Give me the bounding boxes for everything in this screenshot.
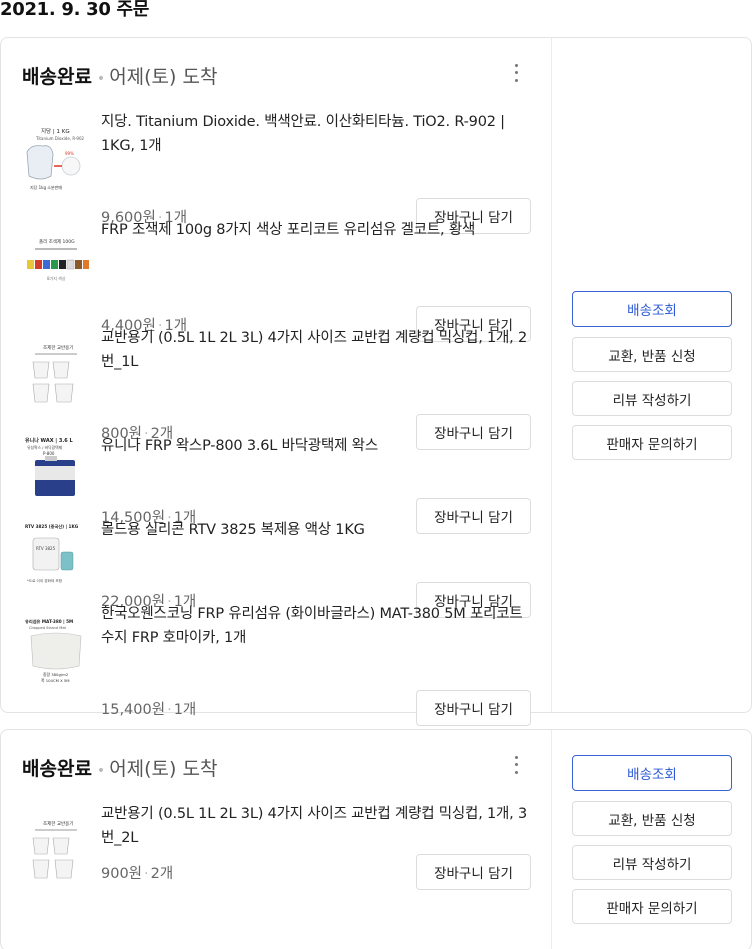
seller-inquiry-button[interactable]: 판매자 문의하기 <box>572 425 732 460</box>
product-title[interactable]: 유니나 FRP 왁스P-800 3.6L 바닥광택제 왁스 <box>101 434 531 458</box>
order-items-area: 배송완료 • 어제(토) 도착 조제한 교반용기 교반용기 (0.5L 1L 2… <box>1 730 551 949</box>
svg-text:조제한 교반용기: 조제한 교반용기 <box>43 820 73 827</box>
product-title[interactable]: 지당. Titanium Dioxide. 백색안료. 이산화티타늄. TiO2… <box>101 110 531 158</box>
price-quantity: 900원 · 2개 <box>101 862 173 883</box>
order-card: 배송완료 • 어제(토) 도착 조제한 교반용기 교반용기 (0.5L 1L 2… <box>0 729 752 949</box>
list-item: 유리섬유 MAT-380 | 5M Chopped Strand Mat 중량 … <box>21 602 531 726</box>
product-title[interactable]: 교반용기 (0.5L 1L 2L 3L) 4가지 사이즈 교반컵 계량컵 믹싱컵… <box>101 326 531 374</box>
product-thumbnail[interactable]: RTV 3825 (중국산) | 1KG RTV 3825 *도료 이외 경화제… <box>21 520 91 590</box>
arrival-date: 어제(토) 도착 <box>109 758 218 780</box>
separator-dot: · <box>167 702 172 718</box>
product-title[interactable]: 한국오웬스코닝 FRP 유리섬유 (화이바글라스) MAT-380 5M 포리코… <box>101 602 531 650</box>
exchange-return-button[interactable]: 교환, 반품 신청 <box>572 337 732 372</box>
product-title[interactable]: 몰드용 실리콘 RTV 3825 복제용 액상 1KG <box>101 518 531 542</box>
product-thumbnail[interactable]: 지당 | 1 KG Titanium Dioxide, R-902 99% 지당… <box>21 124 91 194</box>
delivery-status: 배송완료 <box>22 66 92 88</box>
write-review-button[interactable]: 리뷰 작성하기 <box>572 845 732 880</box>
track-delivery-button[interactable]: 배송조회 <box>572 755 732 791</box>
product-title[interactable]: 교반용기 (0.5L 1L 2L 3L) 4가지 사이즈 교반컵 계량컵 믹싱컵… <box>101 802 531 850</box>
product-thumbnail[interactable]: 폴리 조색제 100G 8가지 색상 <box>21 232 91 302</box>
seller-inquiry-button[interactable]: 판매자 문의하기 <box>572 889 732 924</box>
order-actions: 배송조회 교환, 반품 신청 리뷰 작성하기 판매자 문의하기 <box>551 730 751 949</box>
price-quantity: 15,400원 · 1개 <box>101 698 196 719</box>
product-thumbnail[interactable]: 조제한 교반용기 <box>21 816 91 886</box>
add-to-cart-button[interactable]: 장바구니 담기 <box>416 854 531 890</box>
add-to-cart-button[interactable]: 장바구니 담기 <box>416 690 531 726</box>
list-item: 조제한 교반용기 교반용기 (0.5L 1L 2L 3L) 4가지 사이즈 교반… <box>21 804 531 894</box>
write-review-button[interactable]: 리뷰 작성하기 <box>572 381 732 416</box>
svg-text:지당 | 1 KG: 지당 | 1 KG <box>41 127 70 135</box>
product-title[interactable]: FRP 조색제 100g 8가지 색상 포리코트 유리섬유 겔코트, 황색 <box>101 218 531 242</box>
product-thumbnail[interactable]: 유니나 WAX | 3.6 L 유성왁스 / 바닥광택제 P-800 <box>21 434 91 504</box>
more-vertical-icon[interactable] <box>506 754 526 776</box>
product-thumbnail[interactable]: 유리섬유 MAT-380 | 5M Chopped Strand Mat 중량 … <box>21 616 91 686</box>
list-item: RTV 3825 (중국산) | 1KG RTV 3825 *도료 이외 경화제… <box>21 518 531 618</box>
delivery-status-row: 배송완료 • 어제(토) 도착 <box>22 754 217 780</box>
svg-text:RTV 3825 (중국산) | 1KG: RTV 3825 (중국산) | 1KG <box>25 523 79 530</box>
order-actions: 배송조회 교환, 반품 신청 리뷰 작성하기 판매자 문의하기 <box>551 38 751 712</box>
exchange-return-button[interactable]: 교환, 반품 신청 <box>572 801 732 836</box>
svg-text:유리섬유 MAT-380 | 5M: 유리섬유 MAT-380 | 5M <box>25 618 73 625</box>
item-price: 900원 <box>101 866 143 882</box>
arrival-date: 어제(토) 도착 <box>109 66 218 88</box>
svg-text:지당 1kg 소분판매: 지당 1kg 소분판매 <box>30 184 62 190</box>
separator-dot: · <box>144 866 149 882</box>
order-date: 2021. 9. 30 주문 <box>0 0 150 20</box>
svg-text:중량 380g/m2: 중량 380g/m2 <box>43 672 69 677</box>
order-card: 배송완료 • 어제(토) 도착 지당 | 1 KG Titanium Dioxi… <box>0 37 752 726</box>
svg-text:Titanium Dioxide, R-902: Titanium Dioxide, R-902 <box>35 136 84 141</box>
item-price: 15,400원 <box>101 702 166 718</box>
delivery-status-row: 배송완료 • 어제(토) 도착 <box>22 62 217 88</box>
svg-text:Chopped Strand Mat: Chopped Strand Mat <box>29 626 67 630</box>
order-items-area: 배송완료 • 어제(토) 도착 지당 | 1 KG Titanium Dioxi… <box>1 38 551 726</box>
list-item: 폴리 조색제 100G 8가지 색상 FRP 조색제 100g 8가지 색상 포… <box>21 218 531 342</box>
svg-text:조제한 교반용기: 조제한 교반용기 <box>43 344 73 351</box>
track-delivery-button[interactable]: 배송조회 <box>572 291 732 327</box>
separator-dot: • <box>96 763 106 779</box>
svg-text:유니나 WAX | 3.6 L: 유니나 WAX | 3.6 L <box>25 437 73 444</box>
svg-text:RTV 3825: RTV 3825 <box>36 546 56 551</box>
svg-text:폴리 조색제 100G: 폴리 조색제 100G <box>39 238 75 245</box>
separator-dot: • <box>96 71 106 87</box>
delivery-status: 배송완료 <box>22 758 92 780</box>
svg-text:*도료 이외 경화제 포함: *도료 이외 경화제 포함 <box>27 578 63 583</box>
svg-text:폭 104CM X 5M: 폭 104CM X 5M <box>41 678 70 683</box>
svg-text:P-800: P-800 <box>43 451 55 456</box>
item-quantity: 2개 <box>150 866 174 882</box>
svg-text:99%: 99% <box>65 151 74 156</box>
item-quantity: 1개 <box>173 702 197 718</box>
list-item: 유니나 WAX | 3.6 L 유성왁스 / 바닥광택제 P-800 유니나 F… <box>21 434 531 534</box>
product-thumbnail[interactable]: 조제한 교반용기 <box>21 340 91 410</box>
svg-text:8가지 색상: 8가지 색상 <box>47 275 66 281</box>
svg-text:유성왁스 / 바닥광택제: 유성왁스 / 바닥광택제 <box>27 445 63 450</box>
list-item: 지당 | 1 KG Titanium Dioxide, R-902 99% 지당… <box>21 110 531 234</box>
list-item: 조제한 교반용기 교반용기 (0.5L 1L 2L 3L) 4가지 사이즈 교반… <box>21 326 531 450</box>
more-vertical-icon[interactable] <box>506 62 526 84</box>
